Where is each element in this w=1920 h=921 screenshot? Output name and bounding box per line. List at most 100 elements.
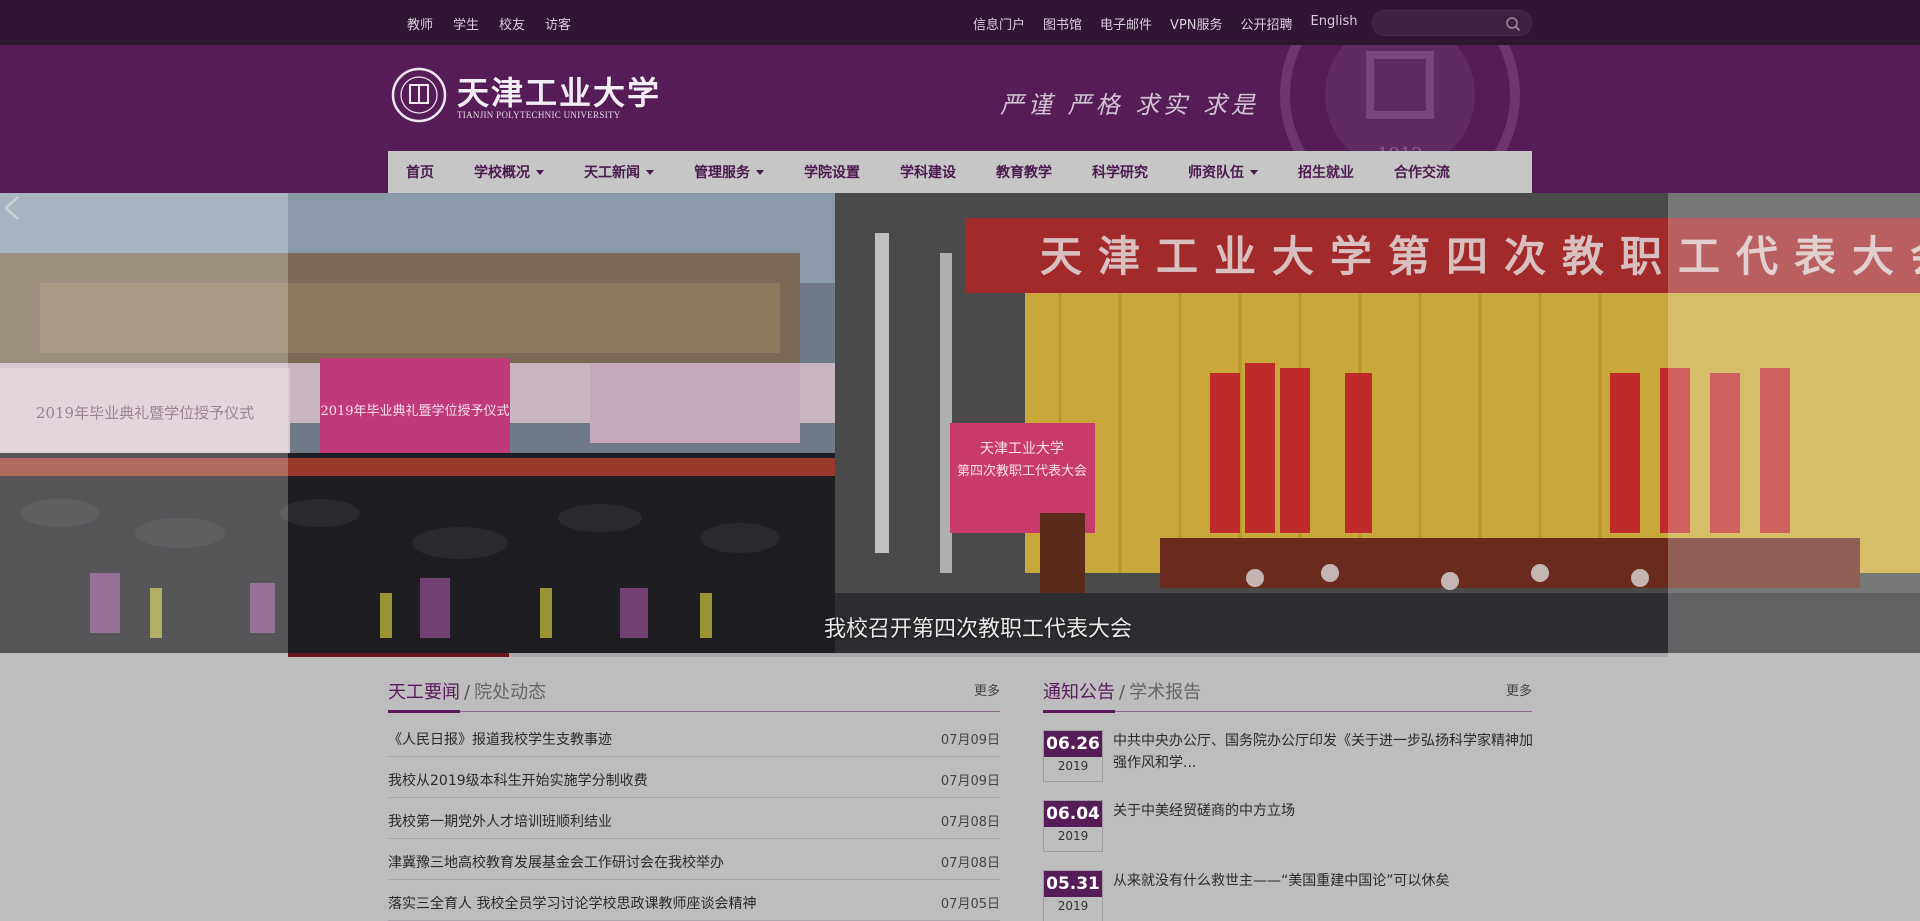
nav-label: 招生就业 (1298, 165, 1354, 181)
link-teacher[interactable]: 教师 (407, 14, 433, 33)
news-tabs: 天工要闻 / 院处动态 (388, 678, 546, 704)
nav-about[interactable]: 学校概况 (474, 162, 544, 182)
date-badge: 06.26 2019 (1043, 730, 1103, 782)
nav-colleges[interactable]: 学院设置 (804, 162, 860, 182)
hero-slider[interactable]: 2019年毕业典礼暨学位授予仪式 2019年毕业典礼暨学位授予仪式 天津工业大学… (0, 193, 1920, 653)
date-year: 2019 (1057, 899, 1089, 913)
notice-title[interactable]: 从来就没有什么救世主——“美国重建中国论”可以休矣 (1113, 870, 1533, 892)
notice-tabs: 通知公告 / 学术报告 (1043, 678, 1201, 704)
link-library[interactable]: 图书馆 (1043, 14, 1082, 33)
active-tab-underline (1043, 710, 1115, 713)
news-title[interactable]: 落实三全育人 我校全员学习讨论学校思政课教师座谈会精神 (388, 893, 756, 913)
nav-disciplines[interactable]: 学科建设 (900, 162, 956, 182)
chevron-down-icon (536, 169, 544, 175)
news-title[interactable]: 津冀豫三地高校教育发展基金会工作研讨会在我校举办 (388, 852, 724, 872)
news-panel: 天工要闻 / 院处动态 更多 《人民日报》报道我校学生支教事迹 07月09日 我校从2… (388, 668, 1000, 921)
service-links: 信息门户 图书馆 电子邮件 VPN服务 公开招聘 English (973, 14, 1357, 33)
nav-label: 科学研究 (1092, 165, 1148, 181)
notice-title[interactable]: 中共中央办公厅、国务院办公厅印发《关于进一步弘扬科学家精神加强作风和学... (1113, 730, 1533, 774)
date-year: 2019 (1057, 829, 1089, 843)
nav-label: 学校概况 (474, 165, 530, 181)
university-motto: 严谨 严格 求实 求是 (1000, 91, 1259, 119)
nav-label: 合作交流 (1394, 165, 1450, 181)
notice-more-link[interactable]: 更多 (1506, 680, 1532, 699)
active-tab-underline (388, 710, 460, 713)
nav-home[interactable]: 首页 (406, 162, 434, 182)
chevron-down-icon (646, 169, 654, 175)
date-month-day: 05.31 (1044, 871, 1102, 897)
link-recruitment[interactable]: 公开招聘 (1241, 14, 1293, 33)
date-badge: 06.04 2019 (1043, 800, 1103, 852)
search-input[interactable] (1385, 15, 1495, 33)
notice-title[interactable]: 关于中美经贸磋商的中方立场 (1113, 800, 1533, 822)
nav-news[interactable]: 天工新闻 (584, 162, 654, 182)
list-item[interactable]: 我校从2019级本科生开始实施学分制收费 07月09日 (388, 757, 1000, 798)
date-month-day: 06.04 (1044, 801, 1102, 827)
nav-label: 管理服务 (694, 165, 750, 181)
search-box (1372, 10, 1532, 36)
news-date: 07月09日 (940, 733, 1000, 748)
tab-notices[interactable]: 通知公告 (1043, 682, 1115, 703)
date-year: 2019 (1057, 759, 1089, 773)
notice-list: 06.26 2019 中共中央办公厅、国务院办公厅印发《关于进一步弘扬科学家精神… (1043, 712, 1533, 921)
news-title[interactable]: 我校第一期党外人才培训班顺利结业 (388, 811, 612, 831)
search-icon[interactable] (1505, 16, 1521, 32)
nav-label: 天工新闻 (584, 165, 640, 181)
logo-chinese-name[interactable]: 天津工业大学 (457, 68, 661, 114)
list-item[interactable]: 津冀豫三地高校教育发展基金会工作研讨会在我校举办 07月08日 (388, 839, 1000, 880)
date-badge: 05.31 2019 (1043, 870, 1103, 921)
nav-education[interactable]: 教育教学 (996, 162, 1052, 182)
list-item[interactable]: 落实三全育人 我校全员学习讨论学校思政课教师座谈会精神 07月05日 (388, 880, 1000, 921)
audience-links: 教师 学生 校友 访客 (407, 14, 571, 33)
banner-caption[interactable]: 我校召开第四次教职工代表大会 (288, 611, 1668, 643)
chevron-left-icon[interactable] (0, 193, 24, 223)
graduation-banner-text: 2019年毕业典礼暨学位授予仪式 (320, 403, 509, 419)
link-english[interactable]: English (1311, 14, 1358, 33)
notice-panel-header: 通知公告 / 学术报告 更多 (1043, 668, 1532, 713)
top-utility-bar: 教师 学生 校友 访客 信息门户 图书馆 电子邮件 VPN服务 公开招聘 Eng… (0, 0, 1920, 45)
nav-research[interactable]: 科学研究 (1092, 162, 1148, 182)
link-info-portal[interactable]: 信息门户 (973, 14, 1025, 33)
slider-progress-fill (288, 653, 509, 657)
link-vpn[interactable]: VPN服务 (1170, 14, 1222, 33)
chevron-down-icon (1250, 169, 1258, 175)
news-title[interactable]: 我校从2019级本科生开始实施学分制收费 (388, 770, 648, 790)
link-visitor[interactable]: 访客 (545, 14, 571, 33)
news-date: 07月08日 (940, 856, 1000, 871)
link-alumni[interactable]: 校友 (499, 14, 525, 33)
nav-label: 学科建设 (900, 165, 956, 181)
nav-label: 首页 (406, 165, 434, 181)
notice-panel: 通知公告 / 学术报告 更多 06.26 2019 中共中央办公厅、国务院办公厅印发… (1043, 668, 1533, 921)
news-panel-header: 天工要闻 / 院处动态 更多 (388, 668, 1000, 713)
chevron-down-icon (756, 169, 764, 175)
nav-admissions[interactable]: 招生就业 (1298, 162, 1354, 182)
link-email[interactable]: 电子邮件 (1100, 14, 1152, 33)
nav-label: 学院设置 (804, 165, 860, 181)
nav-services[interactable]: 管理服务 (694, 162, 764, 182)
news-date: 07月05日 (940, 897, 1000, 912)
tab-headline-news[interactable]: 天工要闻 (388, 682, 460, 703)
tab-academic-reports[interactable]: 学术报告 (1129, 682, 1201, 703)
list-item[interactable]: 06.04 2019 关于中美经贸磋商的中方立场 (1043, 792, 1532, 862)
link-student[interactable]: 学生 (453, 14, 479, 33)
tab-separator: / (464, 682, 471, 703)
logo-english-name: TIANJIN POLYTECHNIC UNIVERSITY (457, 110, 621, 120)
list-item[interactable]: 05.31 2019 从来就没有什么救世主——“美国重建中国论”可以休矣 (1043, 862, 1532, 921)
nav-label: 师资队伍 (1188, 165, 1244, 181)
news-list: 《人民日报》报道我校学生支教事迹 07月09日 我校从2019级本科生开始实施学分… (388, 712, 1000, 921)
list-item[interactable]: 《人民日报》报道我校学生支教事迹 07月09日 (388, 716, 1000, 757)
news-date: 07月09日 (940, 774, 1000, 789)
sign-line-1: 天津工业大学 (980, 441, 1064, 457)
list-item[interactable]: 06.26 2019 中共中央办公厅、国务院办公厅印发《关于进一步弘扬科学家精神… (1043, 722, 1533, 792)
tab-separator: / (1119, 682, 1126, 703)
university-seal-icon[interactable] (391, 67, 447, 123)
news-date: 07月08日 (940, 815, 1000, 830)
banner-image: 2019年毕业典礼暨学位授予仪式 2019年毕业典礼暨学位授予仪式 天津工业大学… (0, 193, 1920, 653)
slider-progress-bar (288, 653, 1668, 657)
nav-cooperation[interactable]: 合作交流 (1394, 162, 1450, 182)
list-item[interactable]: 我校第一期党外人才培训班顺利结业 07月08日 (388, 798, 1000, 839)
nav-faculty[interactable]: 师资队伍 (1188, 162, 1258, 182)
tab-department-news[interactable]: 院处动态 (474, 682, 546, 703)
news-more-link[interactable]: 更多 (974, 680, 1000, 699)
news-title[interactable]: 《人民日报》报道我校学生支教事迹 (388, 729, 612, 749)
